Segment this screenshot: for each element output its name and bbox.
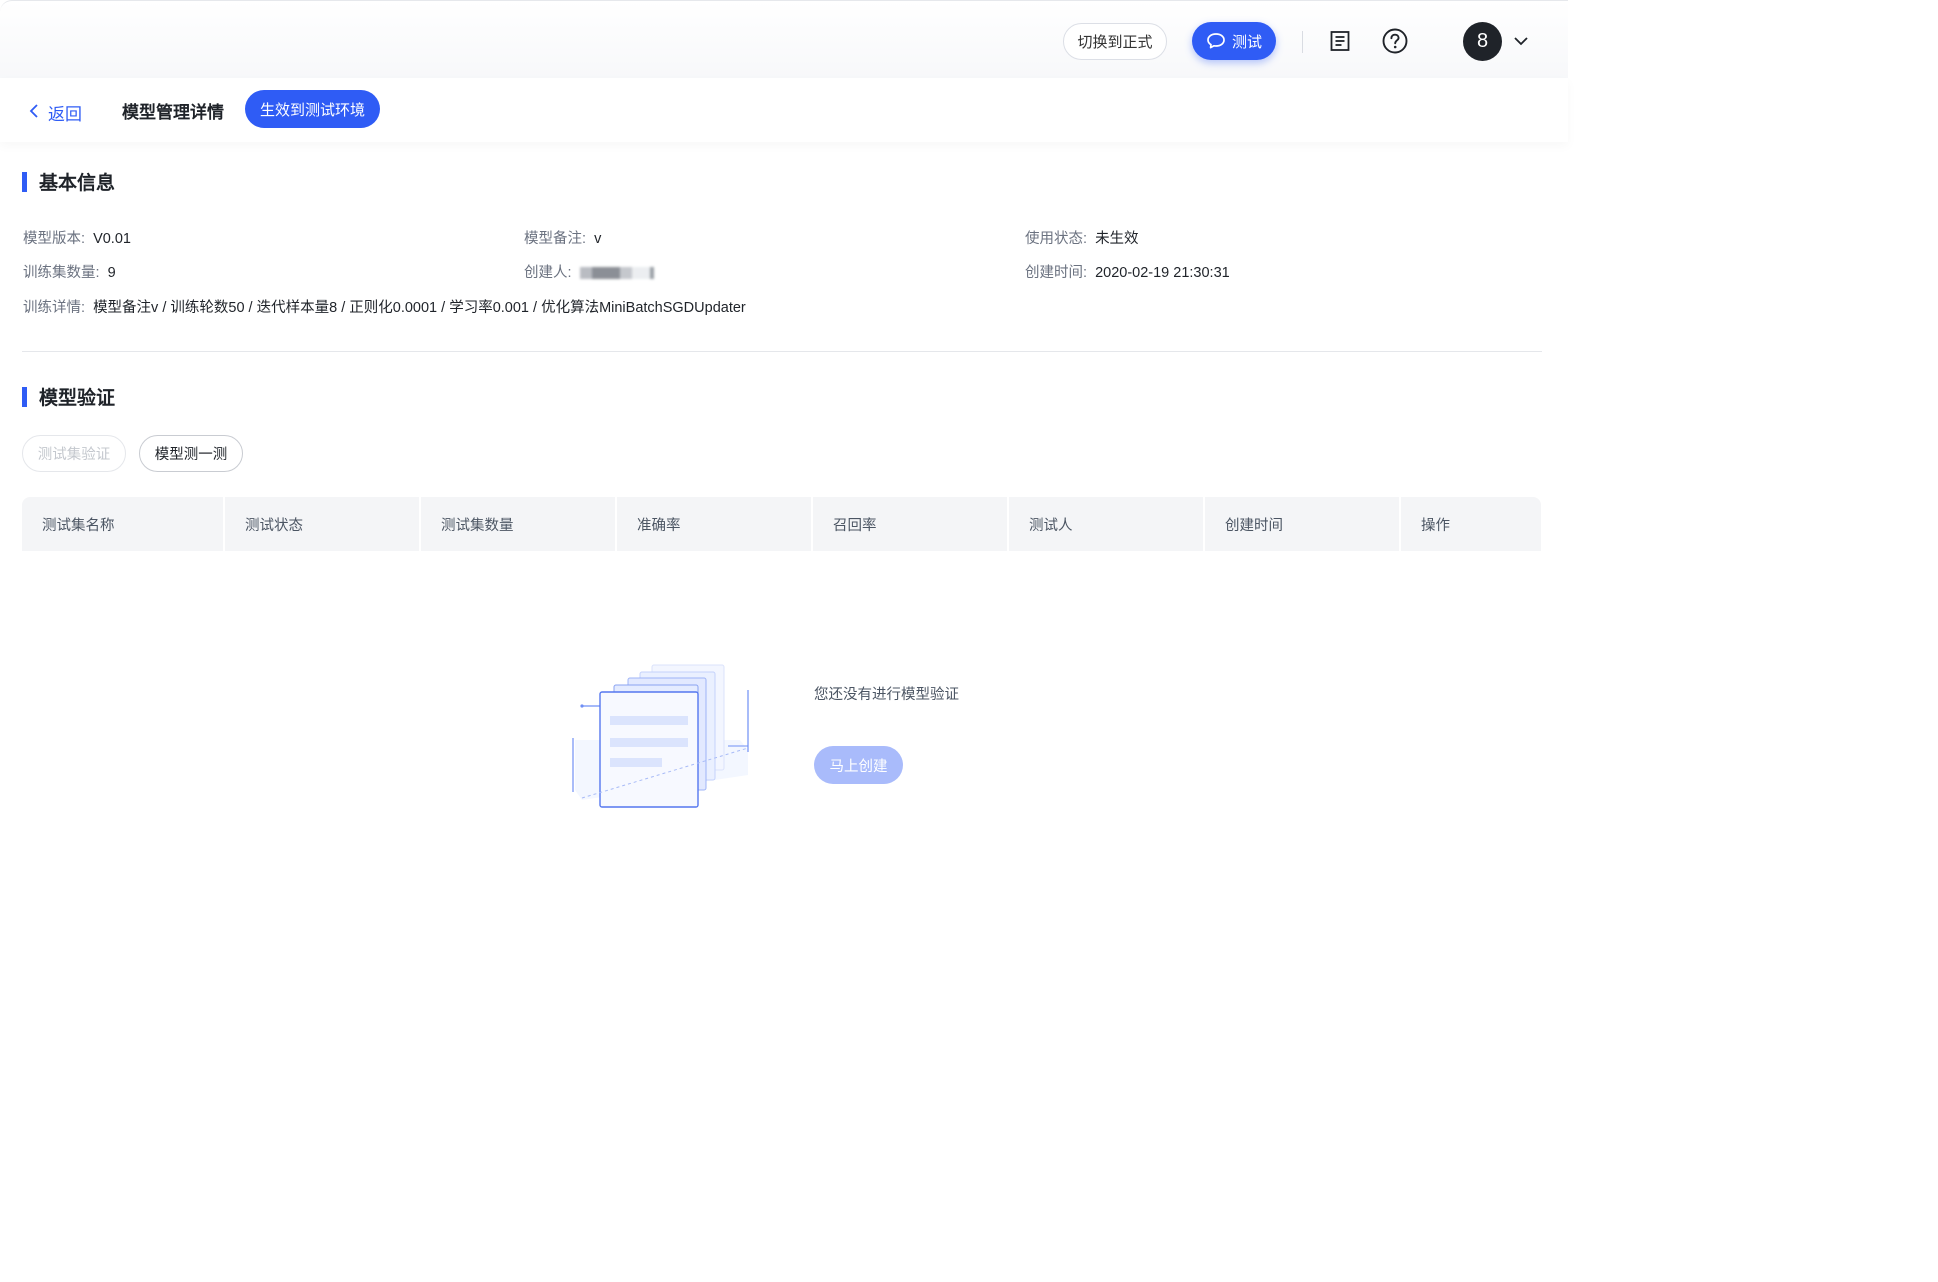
page-header: [0, 78, 1568, 142]
usage-status-label: 使用状态:: [1025, 231, 1088, 247]
trainset-count-value: 9: [107, 265, 116, 281]
create-now-button[interactable]: 马上创建: [814, 746, 903, 784]
model-test-label: 模型测一测: [154, 447, 228, 463]
column-header[interactable]: 测试人: [1009, 497, 1205, 551]
toolbar-divider: [1302, 31, 1303, 53]
empty-state-message: 您还没有进行模型验证: [814, 687, 959, 703]
back-label: 返回: [48, 105, 82, 124]
model-note-label: 模型备注:: [524, 231, 587, 247]
back-link[interactable]: 返回: [28, 98, 82, 124]
section-divider: [22, 351, 1542, 352]
trainset-count-field: 训练集数量: 9: [23, 261, 116, 282]
model-version-field: 模型版本: V0.01: [23, 227, 131, 248]
section-accent-bar: [22, 171, 27, 192]
test-environment-label: 测试: [1231, 33, 1262, 51]
training-detail-label: 训练详情:: [23, 300, 86, 316]
created-time-label: 创建时间:: [1025, 265, 1088, 281]
avatar-text: 8: [1476, 30, 1489, 52]
created-time-value: 2020-02-19 21:30:31: [1095, 265, 1230, 281]
usage-status-field: 使用状态: 未生效: [1025, 227, 1139, 248]
created-time-field: 创建时间: 2020-02-19 21:30:31: [1025, 261, 1230, 282]
column-header[interactable]: 测试集数量: [421, 497, 617, 551]
column-header[interactable]: 创建时间: [1205, 497, 1401, 551]
section-accent-bar: [22, 386, 27, 407]
validation-table-header: 测试集名称 测试状态 测试集数量 准确率 召回率 测试人 创建时间 操作: [22, 497, 1541, 551]
empty-documents-illustration: [570, 660, 755, 815]
chat-bubble-icon: [1206, 32, 1226, 50]
validation-title: 模型验证: [39, 388, 116, 409]
create-now-label: 马上创建: [829, 758, 888, 775]
basic-info-title: 基本信息: [39, 173, 116, 194]
chevron-down-icon[interactable]: [1512, 32, 1530, 50]
help-icon[interactable]: [1382, 28, 1408, 54]
model-note-field: 模型备注: v: [524, 227, 601, 248]
usage-status-value: 未生效: [1095, 231, 1139, 247]
switch-to-production-button[interactable]: 切换到正式: [1063, 23, 1167, 60]
model-version-label: 模型版本:: [23, 231, 86, 247]
creator-field: 创建人:: [524, 261, 654, 282]
model-note-value: v: [594, 231, 602, 247]
creator-label: 创建人:: [524, 265, 572, 281]
basic-info-heading: 基本信息: [22, 168, 115, 195]
training-detail-field: 训练详情: 模型备注v / 训练轮数50 / 迭代样本量8 / 正则化0.000…: [23, 296, 746, 317]
training-detail-value: 模型备注v / 训练轮数50 / 迭代样本量8 / 正则化0.0001 / 学习…: [93, 300, 746, 316]
chevron-left-icon: [28, 103, 40, 119]
testset-verify-label: 测试集验证: [37, 447, 111, 463]
top-bar: 切换到正式 测试 8: [0, 0, 1568, 78]
testset-verify-button[interactable]: 测试集验证: [22, 435, 126, 472]
model-test-button[interactable]: 模型测一测: [139, 435, 243, 472]
column-header[interactable]: 操作: [1401, 497, 1541, 551]
document-icon[interactable]: [1327, 28, 1353, 54]
deploy-to-test-button[interactable]: 生效到测试环境: [245, 90, 380, 128]
column-header[interactable]: 召回率: [813, 497, 1009, 551]
model-version-value: V0.01: [93, 231, 131, 247]
avatar[interactable]: 8: [1463, 22, 1502, 61]
page-title: 模型管理详情: [122, 103, 224, 122]
column-header[interactable]: 测试集名称: [22, 497, 225, 551]
switch-to-production-label: 切换到正式: [1077, 34, 1153, 51]
test-environment-button[interactable]: 测试: [1192, 22, 1276, 60]
column-header[interactable]: 准确率: [617, 497, 813, 551]
deploy-to-test-label: 生效到测试环境: [259, 101, 365, 119]
validation-heading: 模型验证: [22, 383, 115, 410]
creator-value-redacted: [579, 267, 654, 280]
trainset-count-label: 训练集数量:: [23, 265, 100, 281]
column-header[interactable]: 测试状态: [225, 497, 421, 551]
